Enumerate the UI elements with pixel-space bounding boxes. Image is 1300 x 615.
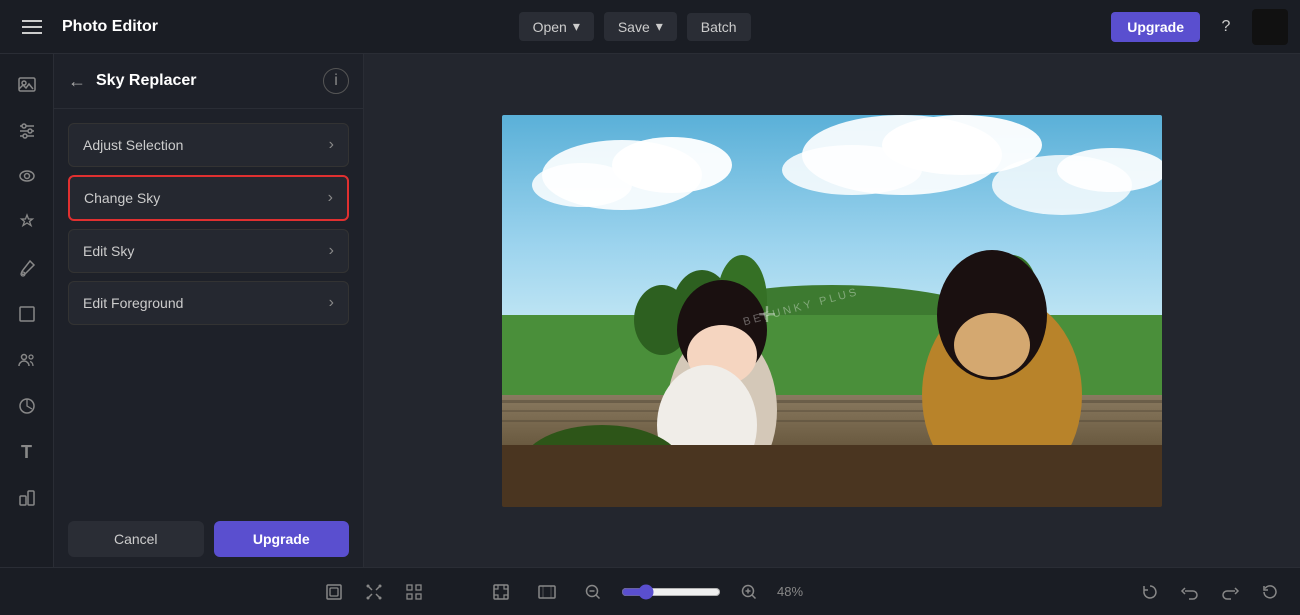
aspect-ratio-icon [537,582,557,602]
sidebar-photos-btn[interactable] [7,64,47,104]
topbar-left: Photo Editor [12,7,158,47]
topbar-center: Open ▾ Save ▾ Batch [158,12,1111,41]
panel-upgrade-button[interactable]: Upgrade [214,521,350,557]
edit-sky-label: Edit Sky [83,243,329,259]
adjust-selection-arrow: › [329,136,334,154]
zoom-in-icon [739,582,759,602]
hamburger-icon [22,20,42,34]
sidebar-adjustments-btn[interactable] [7,110,47,150]
graphics-icon [16,487,38,509]
main-area: T ← Sky Replacer i Adjust Selection › Ch… [0,54,1300,567]
text-icon: T [21,442,32,463]
open-button[interactable]: Open ▾ [519,12,594,41]
people-icon [16,349,38,371]
adjust-selection-item[interactable]: Adjust Selection › [68,123,349,167]
hamburger-menu[interactable] [12,7,52,47]
panel-header: ← Sky Replacer i [54,54,363,109]
sidebar-people-btn[interactable] [7,340,47,380]
history-btn[interactable] [1132,574,1168,610]
back-button[interactable]: ← [68,71,86,92]
fit-screen-icon [491,582,511,602]
history-icon [1140,582,1160,602]
bottom-right-tools [1132,574,1288,610]
panel-items: Adjust Selection › Change Sky › Edit Sky… [54,109,363,505]
edit-sky-arrow: › [329,242,334,260]
layers-bottom-icon [324,582,344,602]
sidebar-text-btn[interactable]: T [7,432,47,472]
sidebar-layers-btn[interactable] [7,294,47,334]
help-button[interactable]: ? [1210,11,1242,43]
effects-icon [16,211,38,233]
sidebar-graphics-btn[interactable] [7,478,47,518]
topbar-right: Upgrade ? [1111,9,1288,45]
redo-icon [1220,582,1240,602]
bottom-left-tools [316,574,432,610]
eye-icon [16,165,38,187]
upgrade-button[interactable]: Upgrade [1111,12,1200,42]
zoom-slider[interactable] [621,584,721,600]
save-button[interactable]: Save ▾ [604,12,677,41]
redo-btn[interactable] [1212,574,1248,610]
zoom-value: 48% [777,584,817,599]
canvas-image-wrapper: BEFUNKY PLUS + [502,115,1162,507]
canvas-area: BEFUNKY PLUS + [364,54,1300,567]
edit-sky-item[interactable]: Edit Sky › [68,229,349,273]
chevron-down-icon: ▾ [656,18,663,35]
sidebar-effects-btn[interactable] [7,202,47,242]
edit-foreground-item[interactable]: Edit Foreground › [68,281,349,325]
undo-btn[interactable] [1172,574,1208,610]
left-sidebar: T [0,54,54,567]
photo-svg: BEFUNKY PLUS + [502,115,1162,507]
adjust-selection-label: Adjust Selection [83,137,329,153]
transform-btn[interactable] [356,574,392,610]
edit-foreground-label: Edit Foreground [83,295,329,311]
info-button[interactable]: i [323,68,349,94]
chevron-down-icon: ▾ [573,18,580,35]
zoom-in-btn[interactable] [731,574,767,610]
sidebar-brush-btn[interactable] [7,248,47,288]
sidebar-stickers-btn[interactable] [7,386,47,426]
reset-icon [1260,582,1280,602]
photos-icon [16,73,38,95]
fit-screen-btn[interactable] [483,574,519,610]
bottom-center-tools: 48% [483,574,817,610]
layers-icon [16,303,38,325]
change-sky-item[interactable]: Change Sky › [68,175,349,221]
grid-btn[interactable] [396,574,432,610]
zoom-out-btn[interactable] [575,574,611,610]
change-sky-label: Change Sky [84,190,328,206]
zoom-out-icon [583,582,603,602]
bottom-bar: 48% [0,567,1300,615]
stickers-icon [16,395,38,417]
grid-icon [404,582,424,602]
panel-actions: Cancel Upgrade [54,505,363,557]
sky-replacer-panel: ← Sky Replacer i Adjust Selection › Chan… [54,54,364,567]
app-title: Photo Editor [62,18,158,36]
panel-title: Sky Replacer [96,72,313,90]
canvas-image: BEFUNKY PLUS + [502,115,1162,507]
topbar: Photo Editor Open ▾ Save ▾ Batch Upgrade… [0,0,1300,54]
cancel-button[interactable]: Cancel [68,521,204,557]
reset-btn[interactable] [1252,574,1288,610]
layers-bottom-btn[interactable] [316,574,352,610]
transform-icon [364,582,384,602]
adjustments-icon [16,119,38,141]
avatar [1252,9,1288,45]
sidebar-eye-btn[interactable] [7,156,47,196]
svg-text:+: + [758,296,777,332]
aspect-ratio-btn[interactable] [529,574,565,610]
brush-icon [16,257,38,279]
undo-icon [1180,582,1200,602]
change-sky-arrow: › [328,189,333,207]
edit-foreground-arrow: › [329,294,334,312]
batch-button[interactable]: Batch [687,13,751,41]
